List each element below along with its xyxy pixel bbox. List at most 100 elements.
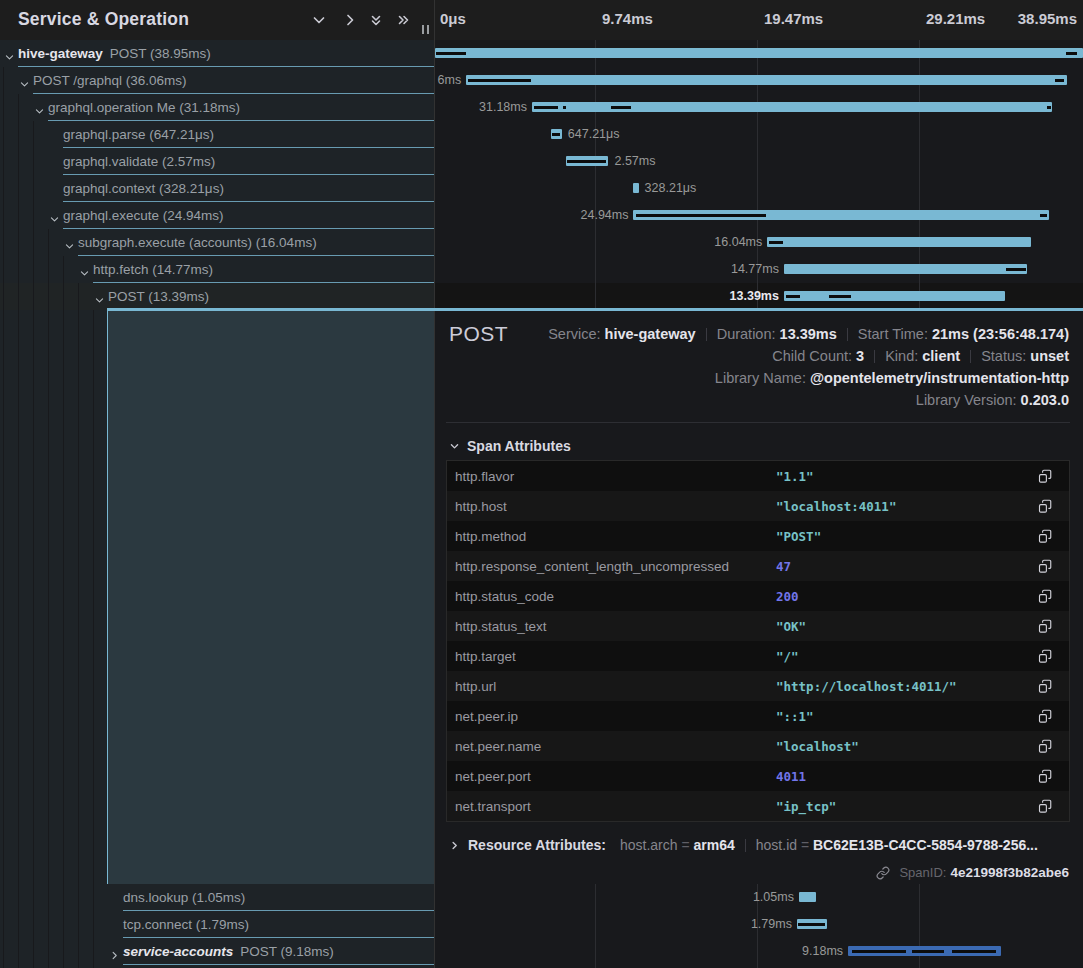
detail-meta-value: hive-gateway [605, 326, 696, 342]
copy-icon[interactable] [1037, 799, 1052, 814]
span-operation-name: subgraph.execute (accounts) (16.04ms) [78, 235, 317, 250]
span-row[interactable]: POST /graphql (36.06ms) [0, 67, 434, 94]
span-child-marker [1006, 268, 1026, 271]
copy-icon[interactable] [1037, 739, 1052, 754]
span-row[interactable]: graphql.operation Me (31.18ms) [0, 94, 434, 121]
span-timeline-row[interactable]: 2.57ms [434, 148, 1083, 175]
span-child-marker [552, 133, 560, 136]
resource-attributes-title: Resource Attributes: [468, 837, 606, 853]
span-bar[interactable] [466, 75, 1067, 85]
collapse-one-icon[interactable] [311, 12, 327, 28]
span-attributes-title: Span Attributes [467, 438, 571, 454]
span-row[interactable]: http.fetch (14.77ms) [0, 256, 434, 283]
span-timeline-row[interactable]: 9.18ms [434, 938, 1083, 965]
copy-icon[interactable] [1037, 529, 1052, 544]
attribute-key: net.peer.port [447, 769, 776, 784]
span-duration-label: 16.04ms [714, 229, 762, 256]
span-operation-name: graphql.validate (2.57ms) [63, 154, 215, 169]
span-row[interactable]: graphql.validate (2.57ms) [0, 148, 434, 175]
resource-attr-value: BC62E13B-C4CC-5854-9788-256... [813, 837, 1038, 853]
span-timeline-row[interactable]: 6ms [434, 67, 1083, 94]
span-row-label: graphql.validate (2.57ms) [0, 148, 434, 175]
attribute-key: http.response_content_length_uncompresse… [447, 559, 776, 574]
span-operation-name: POST (9.18ms) [240, 944, 334, 959]
span-operation-name: dns.lookup (1.05ms) [123, 890, 245, 905]
copy-icon[interactable] [1037, 649, 1052, 664]
span-row-label: graphql.operation Me (31.18ms) [0, 94, 434, 121]
attribute-value: "ip_tcp" [776, 799, 1037, 814]
detail-meta-line: Child Count: 3Kind: clientStatus: unset [772, 347, 1069, 365]
span-timeline-row[interactable]: 1.79ms [434, 911, 1083, 938]
attribute-key: http.status_code [447, 589, 776, 604]
span-row[interactable]: tcp.connect (1.79ms) [0, 911, 434, 938]
attribute-key: net.peer.ip [447, 709, 776, 724]
span-row-label: hive-gatewayPOST (38.95ms) [0, 40, 434, 67]
copy-icon[interactable] [1037, 769, 1052, 784]
copy-icon[interactable] [1037, 559, 1052, 574]
span-child-marker [769, 241, 783, 244]
span-child-marker [534, 106, 558, 109]
expand-all-icon[interactable] [395, 12, 411, 28]
timeline-tick: 19.47ms [764, 10, 823, 27]
span-operation-name: http.fetch (14.77ms) [93, 262, 213, 277]
span-operation-name: graphql.execute (24.94ms) [63, 208, 224, 223]
link-icon[interactable] [876, 866, 890, 880]
span-timeline-row[interactable]: 1.05ms [434, 884, 1083, 911]
span-timeline-row[interactable]: 14.77ms [434, 256, 1083, 283]
copy-icon[interactable] [1037, 679, 1052, 694]
span-timeline-row[interactable]: 16.04ms [434, 229, 1083, 256]
collapse-all-icon[interactable] [368, 12, 384, 28]
copy-icon[interactable] [1037, 499, 1052, 514]
attribute-value: "1.1" [776, 469, 1037, 484]
span-row-label: subgraph.execute (accounts) (16.04ms) [0, 229, 434, 256]
span-operation-name: graphql.context (328.21μs) [63, 181, 224, 196]
span-bar[interactable] [435, 48, 1083, 58]
span-child-marker [1066, 52, 1078, 55]
detail-meta-label: Library Version: [916, 392, 1021, 408]
span-row[interactable]: graphql.context (328.21μs) [0, 175, 434, 202]
detail-meta-label: Start Time: [858, 326, 932, 342]
span-row[interactable]: graphql.execute (24.94ms) [0, 202, 434, 229]
span-row[interactable]: service-accountsPOST (9.18ms) [0, 938, 434, 965]
span-timeline-row[interactable]: 31.18ms [434, 94, 1083, 121]
detail-meta-label: Status: [981, 348, 1030, 364]
timeline-header: 0μs9.74ms19.47ms29.21ms38.95ms [434, 0, 1083, 40]
span-child-marker [1040, 214, 1047, 217]
resource-attributes-row[interactable]: Resource Attributes:host.arch = arm64hos… [449, 836, 1069, 854]
span-row[interactable]: dns.lookup (1.05ms) [0, 884, 434, 911]
span-timeline-row[interactable]: 24.94ms [434, 202, 1083, 229]
span-row[interactable]: subgraph.execute (accounts) (16.04ms) [0, 229, 434, 256]
attribute-row: http.status_text"OK" [447, 611, 1069, 641]
attribute-row: http.target"/" [447, 641, 1069, 671]
detail-meta-value: 21ms (23:56:48.174) [932, 326, 1069, 342]
span-timeline-row[interactable]: 13.39ms [434, 283, 1083, 310]
attribute-value: "localhost:4011" [776, 499, 1037, 514]
span-attributes-toggle[interactable]: Span Attributes [449, 437, 571, 455]
attribute-value: "http://localhost:4011/" [776, 679, 1037, 694]
span-child-marker [611, 106, 632, 109]
span-row-label: tcp.connect (1.79ms) [0, 911, 434, 938]
span-duration-label: 1.05ms [753, 884, 794, 911]
attribute-value: 4011 [776, 769, 1037, 784]
span-timeline-row[interactable] [434, 40, 1083, 67]
span-bar[interactable] [784, 291, 1005, 301]
span-bar[interactable] [799, 892, 816, 902]
span-row[interactable]: POST (13.39ms) [0, 283, 434, 310]
expand-one-icon[interactable] [342, 12, 358, 28]
span-operation-name: POST /graphql (36.06ms) [33, 73, 187, 88]
span-child-marker [786, 295, 799, 298]
span-row[interactable]: hive-gatewayPOST (38.95ms) [0, 40, 434, 67]
span-duration-label: 31.18ms [479, 94, 527, 121]
span-bar[interactable] [633, 183, 638, 193]
copy-icon[interactable] [1037, 709, 1052, 724]
span-timeline-row[interactable]: 328.21μs [434, 175, 1083, 202]
detail-meta-line: Service: hive-gatewayDuration: 13.39msSt… [548, 325, 1069, 343]
span-bar[interactable] [767, 237, 1031, 247]
copy-icon[interactable] [1037, 619, 1052, 634]
copy-icon[interactable] [1037, 589, 1052, 604]
span-bar[interactable] [784, 264, 1027, 274]
span-row[interactable]: graphql.parse (647.21μs) [0, 121, 434, 148]
attribute-row: http.flavor"1.1" [447, 461, 1069, 491]
copy-icon[interactable] [1037, 469, 1052, 484]
span-timeline-row[interactable]: 647.21μs [434, 121, 1083, 148]
